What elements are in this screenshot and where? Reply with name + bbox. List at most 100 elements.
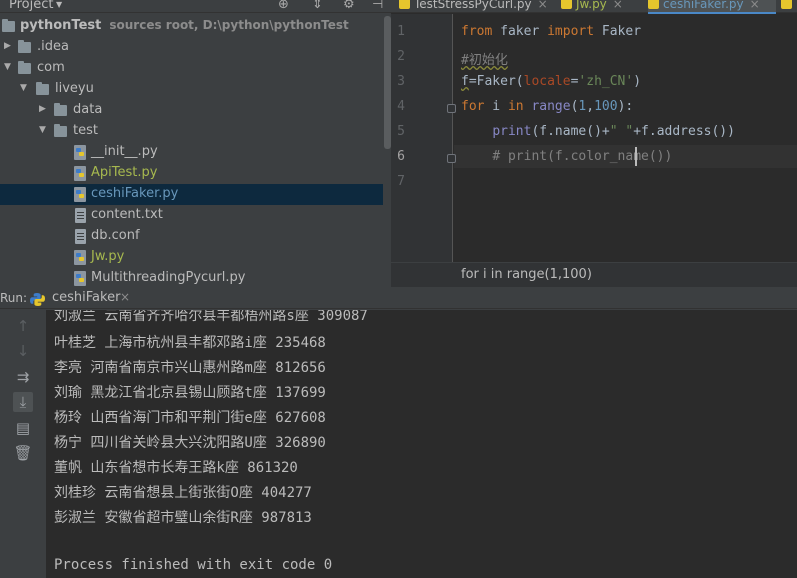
line-number: 2: [397, 49, 405, 64]
tree-scrollbar[interactable]: [384, 16, 391, 149]
line-number: 3: [397, 74, 405, 89]
tab-label: Jw.py: [576, 0, 607, 11]
chevron-down-icon[interactable]: ▼: [39, 125, 49, 135]
chevron-right-icon[interactable]: ▶: [4, 41, 14, 51]
folder-icon: [18, 40, 31, 53]
fold-icon[interactable]: [447, 154, 456, 163]
tree-item-label: __init__.py: [91, 144, 158, 159]
tab-label: TestStressPyCurl.py: [414, 0, 532, 11]
tree-item-test[interactable]: ▼ test: [0, 121, 383, 142]
python-file-icon: [74, 187, 86, 202]
editor: TestStressPyCurl.py × Jw.py × ceshiFaker.p…: [391, 0, 797, 287]
close-icon[interactable]: ×: [538, 0, 548, 11]
python-logo-icon: [30, 293, 45, 306]
code-line-4[interactable]: for i in range(1,100):: [461, 99, 633, 114]
python-file-icon: [74, 250, 86, 265]
code-line-1[interactable]: from faker import Faker: [461, 24, 641, 39]
tab-teststresspycurl[interactable]: TestStressPyCurl.py ×: [399, 0, 555, 13]
tree-item-label: MultithreadingPycurl.py: [91, 270, 246, 285]
fold-icon[interactable]: [447, 104, 456, 113]
python-file-icon: [399, 0, 410, 9]
soft-wrap-icon[interactable]: ⇉: [13, 367, 33, 387]
down-arrow-icon[interactable]: ↓: [13, 341, 33, 361]
up-arrow-icon[interactable]: ↑: [13, 316, 33, 336]
python-file-icon: [648, 0, 659, 9]
print-icon[interactable]: ▤: [13, 418, 33, 438]
python-file-icon: [74, 271, 86, 286]
tree-item-label: db.conf: [91, 228, 140, 243]
breadcrumb-bar: for i in range(1,100): [391, 262, 797, 287]
python-file-icon: [74, 145, 86, 160]
run-toolbar: ↑ ↓ ⇉ ⤓ ▤ 🗑: [0, 310, 46, 578]
scroll-to-end-icon[interactable]: ⤓: [13, 392, 33, 412]
code-line-5[interactable]: print(f.name()+" "+f.address()): [461, 124, 735, 139]
folder-icon: [54, 124, 67, 137]
chevron-right-icon[interactable]: ▶: [39, 104, 49, 114]
code-line-2[interactable]: #初始化: [461, 49, 508, 68]
close-icon[interactable]: ×: [613, 0, 623, 11]
editor-tab-bar: TestStressPyCurl.py × Jw.py × ceshiFaker.p…: [391, 0, 797, 14]
sync-icon[interactable]: ⊕: [278, 0, 289, 12]
chevron-down-icon[interactable]: ▼: [56, 0, 62, 9]
chevron-down-icon[interactable]: ▼: [4, 62, 14, 72]
line-number: 6: [397, 149, 405, 164]
tree-item-data[interactable]: ▶ data: [0, 100, 383, 121]
gear-icon[interactable]: ⚙: [343, 0, 355, 12]
tree-item-pythontest[interactable]: pythonTest sources root, D:\python\python…: [0, 16, 383, 37]
console-line: 杨玲 山西省海门市和平荆门街e座 627608: [54, 410, 326, 426]
chevron-down-icon[interactable]: ▼: [20, 83, 30, 93]
tree-item-liveyu[interactable]: ▼ liveyu: [0, 79, 383, 100]
tree-item-idea[interactable]: ▶ .idea: [0, 37, 383, 58]
folder-icon: [2, 19, 15, 32]
console-line: 李亮 河南省南京市兴山惠州路m座 812656: [54, 360, 326, 376]
tree-item-label: ceshiFaker.py: [91, 186, 179, 201]
close-icon[interactable]: ×: [750, 0, 760, 11]
tree-item-label: liveyu: [55, 81, 94, 96]
breadcrumb[interactable]: for i in range(1,100): [461, 267, 592, 282]
tree-item-label: data: [73, 102, 103, 117]
console-line: 董帆 山东省想市长寿王路k座 861320: [54, 460, 298, 476]
console-line: 彭淑兰 安徽省超市璧山余街R座 987813: [54, 510, 312, 526]
tree-item-label: pythonTest: [20, 18, 102, 33]
line-number: 1: [397, 24, 405, 39]
tree-item-db-conf[interactable]: db.conf: [0, 226, 383, 247]
code-line-6[interactable]: # print(f.color_name()): [461, 149, 672, 164]
console-line: 刘淑兰 云南省齐齐哈尔县丰都梧州路s座 309087: [54, 310, 368, 324]
console-line: 杨宁 四川省关岭县大兴沈阳路U座 326890: [54, 435, 326, 451]
console-line: 刘桂珍 云南省想县上街张街O座 404277: [54, 485, 312, 501]
tree-item-com[interactable]: ▼ com: [0, 58, 383, 79]
tab-ceshifaker[interactable]: ceshiFaker.py ×: [648, 0, 776, 14]
tree-item-ceshifaker-py[interactable]: ceshiFaker.py: [0, 184, 383, 205]
project-header: Project ▼ ⊕ ⇕ ⚙ ⊣: [0, 0, 391, 13]
tree-item-multithreadingpycurl-py[interactable]: MultithreadingPycurl.py: [0, 268, 383, 287]
tab-jw[interactable]: Jw.py ×: [561, 0, 643, 13]
close-icon[interactable]: ×: [120, 290, 130, 304]
text-file-icon: [75, 229, 86, 244]
trash-icon[interactable]: 🗑: [13, 443, 33, 463]
line-number: 7: [397, 174, 405, 189]
line-number: 4: [397, 99, 405, 114]
collapse-icon[interactable]: ⇕: [312, 0, 323, 12]
tree-item-jw-py[interactable]: Jw.py: [0, 247, 383, 268]
run-panel: Run: ceshiFaker × ↑ ↓ ⇉ ⤓ ▤ 🗑 刘淑兰 云南省齐齐哈…: [0, 287, 797, 578]
hide-panel-icon[interactable]: ⊣: [372, 0, 383, 12]
tab-overflow[interactable]: p: [781, 0, 797, 13]
tree-item-content-txt[interactable]: content.txt: [0, 205, 383, 226]
project-title[interactable]: Project: [9, 0, 53, 12]
tree-item-label: test: [73, 123, 98, 138]
console-line: 叶桂芝 上海市杭州县丰都邓路i座 235468: [54, 335, 326, 351]
folder-icon: [36, 82, 49, 95]
tree-item-init-py[interactable]: __init__.py: [0, 142, 383, 163]
tree-item-apitest-py[interactable]: ApiTest.py: [0, 163, 383, 184]
run-label: Run:: [0, 291, 28, 305]
console-output[interactable]: 刘淑兰 云南省齐齐哈尔县丰都梧州路s座 309087 叶桂芝 上海市杭州县丰都邓…: [46, 310, 797, 578]
python-file-icon: [781, 0, 792, 9]
console-line: 刘瑜 黑龙江省北京县锡山顾路t座 137699: [54, 385, 326, 401]
tree-item-label: content.txt: [91, 207, 163, 222]
tree-item-label: com: [37, 60, 65, 75]
run-tab-label: ceshiFaker: [52, 290, 121, 305]
code-line-3[interactable]: f=Faker(locale='zh_CN'): [461, 74, 641, 89]
python-file-icon: [561, 0, 572, 9]
tree-item-label: ApiTest.py: [91, 165, 158, 180]
run-header: Run: ceshiFaker ×: [0, 287, 797, 309]
